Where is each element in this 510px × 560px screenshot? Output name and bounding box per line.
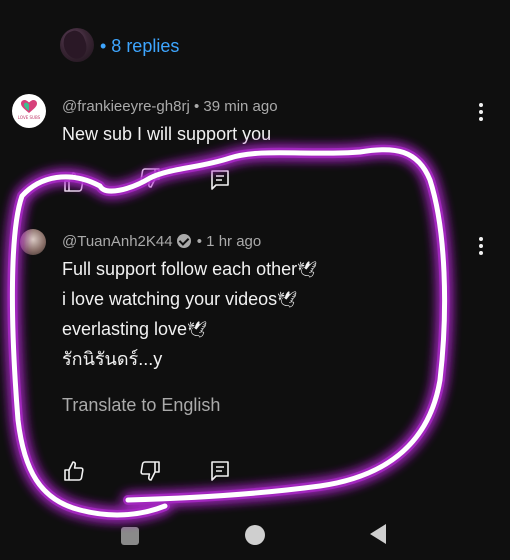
comment-line: i love watching your videos🕊 <box>62 289 298 309</box>
view-replies-link[interactable]: • 8 replies <box>100 36 179 57</box>
avatar-logo-text: LOVE SUBS <box>17 115 41 120</box>
thumbs-up-icon[interactable] <box>62 170 86 194</box>
more-vertical-icon[interactable] <box>471 100 491 124</box>
avatar[interactable]: LOVE SUBS <box>12 94 46 128</box>
comment-line: รักนิรันดร์...y <box>62 349 163 369</box>
back-icon[interactable] <box>368 523 388 545</box>
comment-author[interactable]: @frankieeyre-gh8rj <box>62 98 190 115</box>
comment-author[interactable]: @TuanAnh2K44 <box>62 233 173 250</box>
comment-time: • 1 hr ago <box>196 233 262 250</box>
avatar[interactable] <box>20 229 46 255</box>
comment-author-line: @TuanAnh2K44 • 1 hr ago <box>62 233 261 250</box>
comment-icon[interactable] <box>208 168 232 192</box>
thumbs-up-icon[interactable] <box>62 459 86 483</box>
comment-line: Full support follow each other🕊 <box>62 259 318 279</box>
dove-icon: 🕊 <box>187 322 208 339</box>
comment-author-line: @frankieeyre-gh8rj • 39 min ago <box>62 98 278 115</box>
home-icon[interactable] <box>245 525 265 545</box>
dove-icon: 🕊 <box>297 262 318 279</box>
recent-apps-icon[interactable] <box>121 527 139 545</box>
more-vertical-icon[interactable] <box>471 234 491 258</box>
verified-check-icon <box>176 234 191 248</box>
dove-icon: 🕊 <box>277 292 298 309</box>
comment-text: Full support follow each other🕊 i love w… <box>62 255 317 374</box>
comment-line: everlasting love🕊 <box>62 319 208 339</box>
heart-logo-icon <box>21 100 37 113</box>
translate-link[interactable]: Translate to English <box>62 395 220 416</box>
comment-icon[interactable] <box>208 459 232 483</box>
comment-text: New sub I will support you <box>62 124 272 144</box>
thumbs-down-icon[interactable] <box>138 459 162 483</box>
replies-avatar[interactable] <box>60 28 94 62</box>
thumbs-down-icon[interactable] <box>138 166 162 190</box>
comment-time: • 39 min ago <box>189 98 278 115</box>
